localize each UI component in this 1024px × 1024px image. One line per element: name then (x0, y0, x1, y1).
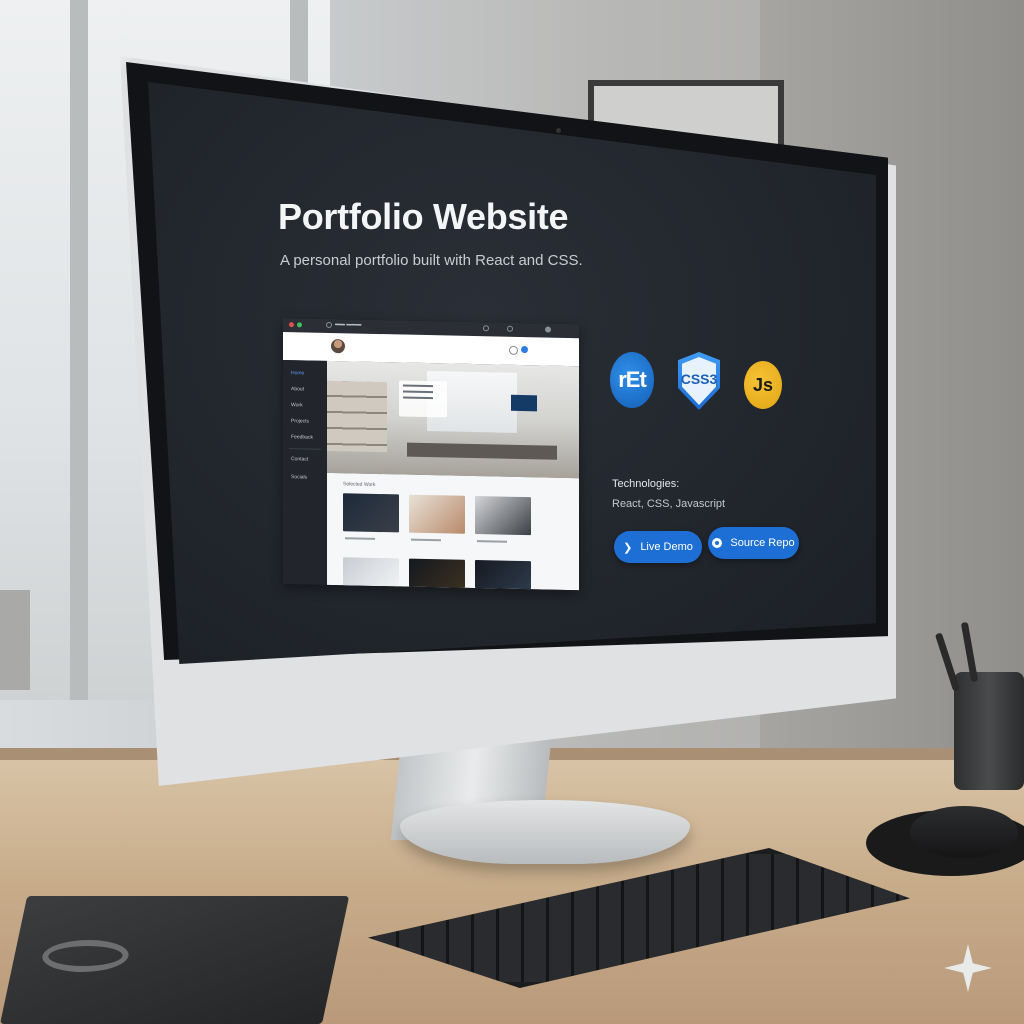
globe-icon (483, 325, 489, 332)
pen-holder (954, 672, 1024, 790)
technologies-heading: Technologies: (612, 478, 680, 490)
maximize-dot-icon (297, 322, 302, 328)
source-repo-button[interactable]: Source Repo (708, 527, 799, 559)
sidebar-item-contact[interactable]: Contact (291, 456, 308, 462)
project-thumbnail[interactable] (475, 496, 531, 536)
notebook-logo-icon (39, 940, 132, 972)
avatar[interactable] (331, 339, 345, 354)
live-demo-button[interactable]: ❯ Live Demo (614, 531, 702, 563)
page-title: Portfolio Website (278, 196, 569, 237)
sidebar-item-home[interactable]: Home (291, 370, 304, 376)
thumbnail-caption (477, 540, 507, 543)
sidebar-item-about[interactable]: About (291, 386, 304, 392)
preview-hero-image (327, 360, 579, 479)
webcam-icon (556, 128, 561, 133)
hero-desk (407, 442, 557, 460)
sidebar-item-feedback[interactable]: Feedback (291, 434, 313, 440)
live-demo-label: Live Demo (640, 541, 693, 553)
project-thumbnail[interactable] (343, 557, 399, 587)
project-thumbnail[interactable] (409, 558, 465, 588)
chevron-right-icon: ❯ (623, 541, 633, 554)
thumbnail-caption (411, 538, 441, 542)
project-thumbnail[interactable] (409, 494, 465, 534)
sidebar-divider (289, 448, 321, 450)
monitor-stand-base (400, 800, 690, 864)
section-title: Selected Work (343, 481, 376, 488)
source-repo-label: Source Repo (730, 537, 795, 549)
close-dot-icon (289, 322, 294, 328)
window-frame (70, 0, 88, 700)
project-thumbnail[interactable] (343, 493, 399, 533)
javascript-icon: Js (744, 361, 782, 409)
favicon-icon (326, 321, 332, 329)
sidebar-item-projects[interactable]: Projects (291, 418, 309, 424)
computer-mouse (910, 806, 1018, 858)
css3-label: CSS3 (680, 371, 718, 387)
search-icon[interactable] (509, 345, 518, 355)
github-icon (712, 538, 723, 548)
preview-sidebar: Home About Work Projects Feedback Contac… (283, 360, 327, 585)
hero-info-card (399, 380, 447, 418)
notebook (0, 896, 350, 1024)
settings-icon (507, 325, 513, 332)
sidebar-item-socials[interactable]: Socials (291, 474, 307, 480)
sidebar-item-work[interactable]: Work (291, 402, 303, 408)
hero-shelf (327, 380, 387, 453)
project-thumbnail[interactable] (475, 560, 531, 590)
thumbnail-caption (345, 537, 375, 540)
page-subtitle: A personal portfolio built with React an… (280, 252, 583, 269)
preview-content: Selected Work (327, 472, 579, 591)
technologies-list: React, CSS, Javascript (612, 498, 726, 510)
plant-pot (0, 590, 30, 690)
profile-icon[interactable] (521, 345, 528, 354)
menu-icon (545, 326, 551, 333)
css3-icon: CSS3 (678, 352, 720, 410)
hero-tv (511, 394, 537, 412)
react-icon: rEt (610, 352, 654, 408)
website-preview[interactable]: ▬▬ ▬▬▬ Home About Work Projects Feedback… (283, 318, 579, 591)
preview-tab-title: ▬▬ ▬▬▬ (335, 321, 362, 328)
